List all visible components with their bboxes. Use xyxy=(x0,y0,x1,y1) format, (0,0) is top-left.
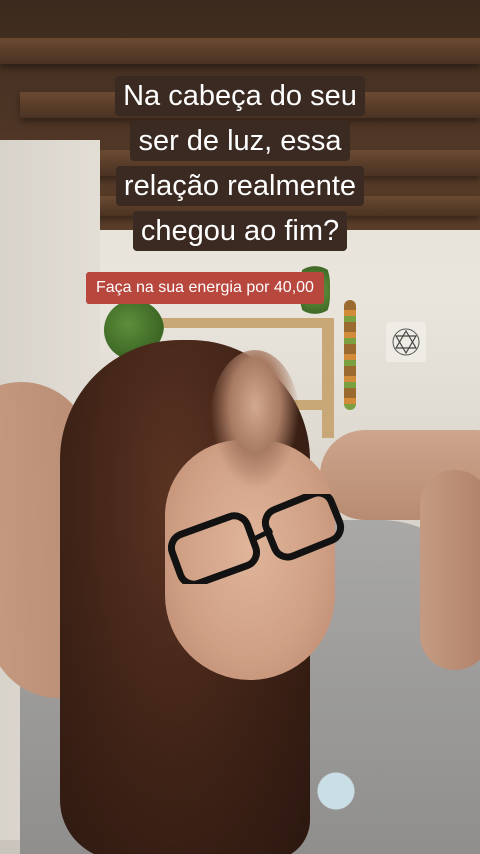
ceiling-beam xyxy=(0,38,480,64)
glasses xyxy=(168,494,345,584)
shelf-frame xyxy=(322,318,334,438)
headline-line: Na cabeça do seu xyxy=(115,76,365,116)
headline-caption: Na cabeça do seu ser de luz, essa relaçã… xyxy=(90,76,390,256)
headline-line: chegou ao fim? xyxy=(132,211,348,251)
headline-line: relação realmente xyxy=(115,166,365,206)
video-frame[interactable]: Na cabeça do seu ser de luz, essa relaçã… xyxy=(0,0,480,854)
hanging-ornament xyxy=(344,300,356,410)
star-of-david-icon xyxy=(386,322,426,362)
headline-line: ser de luz, essa xyxy=(130,121,350,161)
hair-part xyxy=(210,350,300,490)
person-arm xyxy=(420,470,480,670)
promo-label[interactable]: Faça na sua energia por 40,00 xyxy=(86,272,324,304)
